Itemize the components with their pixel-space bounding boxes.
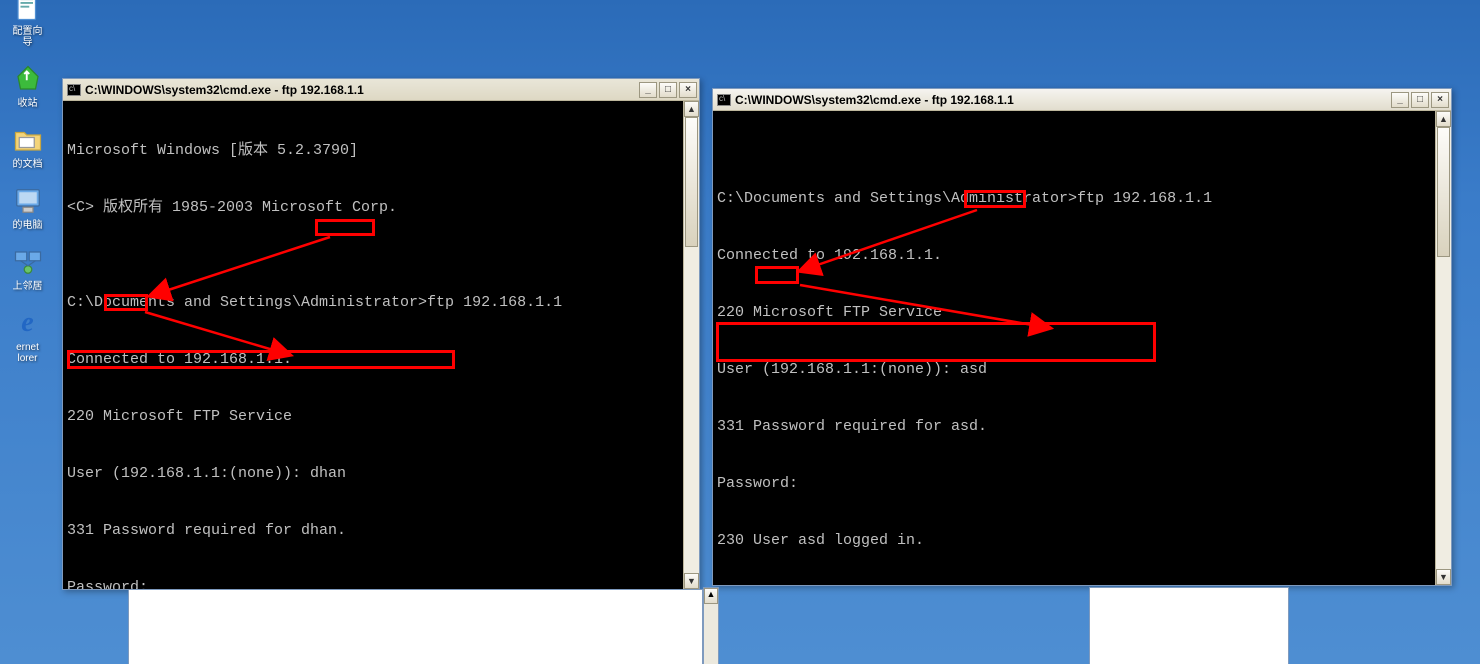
console-line: <C> 版权所有 1985-2003 Microsoft Corp. — [67, 198, 679, 217]
desktop-icon-label: 的电脑 — [13, 220, 43, 231]
scroll-up-button[interactable]: ▲ — [684, 101, 699, 117]
maximize-button[interactable]: □ — [1411, 92, 1429, 108]
desktop-icons: 配置向 导 收站 的文档 的电脑 上邻居 e ernet lorer — [0, 0, 55, 366]
console-body[interactable]: Microsoft Windows [版本 5.2.3790] <C> 版权所有… — [63, 101, 683, 589]
desktop-icon-label: 的文档 — [13, 159, 43, 170]
recycle-bin-icon — [11, 62, 45, 96]
console-line: Password: — [717, 474, 1431, 493]
document-icon — [11, 0, 45, 24]
console-line: Connected to 192.168.1.1. — [717, 246, 1431, 265]
network-icon — [11, 245, 45, 279]
desktop-icon-label: ernet lorer — [16, 342, 39, 364]
close-button[interactable]: × — [679, 82, 697, 98]
desktop-icon-label: 上邻居 — [13, 281, 43, 292]
background-app-window — [128, 589, 703, 664]
scroll-up-button[interactable]: ▲ — [704, 588, 718, 604]
console-line: 230 User asd logged in. — [717, 531, 1431, 550]
minimize-button[interactable]: _ — [639, 82, 657, 98]
scroll-down-button[interactable]: ▼ — [1436, 569, 1451, 585]
desktop-icon-config-wizard[interactable]: 配置向 导 — [2, 0, 53, 48]
console-line: Microsoft Windows [版本 5.2.3790] — [67, 141, 679, 160]
folder-icon — [11, 123, 45, 157]
desktop-icon-recycle-bin[interactable]: 收站 — [2, 62, 53, 109]
window-title: C:\WINDOWS\system32\cmd.exe - ftp 192.16… — [85, 83, 635, 97]
desktop-icon-label: 收站 — [18, 98, 38, 109]
scrollbar-vertical[interactable]: ▲ ▼ — [683, 101, 699, 589]
console-line: 220 Microsoft FTP Service — [67, 407, 679, 426]
scroll-track[interactable] — [1436, 127, 1451, 569]
maximize-button[interactable]: □ — [659, 82, 677, 98]
console-line: 220 Microsoft FTP Service — [717, 303, 1431, 322]
scroll-down-button[interactable]: ▼ — [684, 573, 699, 589]
desktop-icon-network-neighborhood[interactable]: 上邻居 — [2, 245, 53, 292]
console-line: User (192.168.1.1:(none)): asd — [717, 360, 1431, 379]
console-line: C:\Documents and Settings\Administrator>… — [67, 293, 679, 312]
ie-icon: e — [11, 306, 45, 340]
console-line: 331 Password required for asd. — [717, 417, 1431, 436]
console-line: 331 Password required for dhan. — [67, 521, 679, 540]
titlebar[interactable]: c\ C:\WINDOWS\system32\cmd.exe - ftp 192… — [713, 89, 1451, 111]
cmd-icon: c\ — [717, 94, 731, 106]
desktop-icon-internet-explorer[interactable]: e ernet lorer — [2, 306, 53, 364]
desktop-icon-my-documents[interactable]: 的文档 — [2, 123, 53, 170]
background-app-window — [1089, 587, 1289, 664]
background-app-window: ▲ — [703, 587, 719, 664]
scroll-up-button[interactable]: ▲ — [1436, 111, 1451, 127]
console-body[interactable]: C:\Documents and Settings\Administrator>… — [713, 111, 1435, 585]
minimize-button[interactable]: _ — [1391, 92, 1409, 108]
cmd-window-right[interactable]: c\ C:\WINDOWS\system32\cmd.exe - ftp 192… — [712, 88, 1452, 586]
console-line: C:\Documents and Settings\Administrator>… — [717, 189, 1431, 208]
close-button[interactable]: × — [1431, 92, 1449, 108]
desktop-icon-my-computer[interactable]: 的电脑 — [2, 184, 53, 231]
console-line: Connected to 192.168.1.1. — [67, 350, 679, 369]
computer-icon — [11, 184, 45, 218]
desktop-icon-label: 配置向 导 — [13, 26, 43, 48]
window-title: C:\WINDOWS\system32\cmd.exe - ftp 192.16… — [735, 93, 1387, 107]
console-line: Password: — [67, 578, 679, 589]
scroll-thumb[interactable] — [1437, 127, 1450, 257]
console-line: User (192.168.1.1:(none)): dhan — [67, 464, 679, 483]
cmd-window-left[interactable]: c\ C:\WINDOWS\system32\cmd.exe - ftp 192… — [62, 78, 700, 590]
scroll-track[interactable] — [684, 117, 699, 573]
cmd-icon: c\ — [67, 84, 81, 96]
scrollbar-vertical[interactable]: ▲ ▼ — [1435, 111, 1451, 585]
scroll-thumb[interactable] — [685, 117, 698, 247]
titlebar[interactable]: c\ C:\WINDOWS\system32\cmd.exe - ftp 192… — [63, 79, 699, 101]
